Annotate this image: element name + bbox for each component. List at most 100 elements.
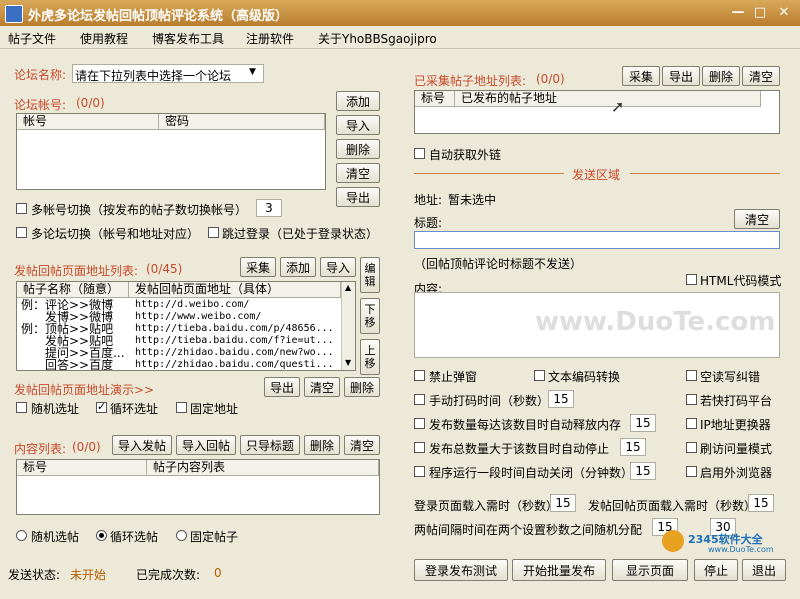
multi-account-checkbox[interactable] xyxy=(16,203,27,214)
menu-about[interactable]: 关于YhoBBSgaojipro xyxy=(318,30,437,47)
account-import-button[interactable]: 导入 xyxy=(336,115,380,135)
menu-post-file[interactable]: 帖子文件 xyxy=(8,30,56,47)
multi-account-input[interactable]: 3 xyxy=(256,199,282,217)
reply-edit-button[interactable]: 编辑 xyxy=(360,257,380,293)
fixed-address-label: 固定地址 xyxy=(190,402,239,416)
release-mem-checkbox[interactable] xyxy=(414,418,425,429)
maximize-icon[interactable]: □ xyxy=(752,5,768,21)
forum-select[interactable]: 请在下拉列表中选择一个论坛 ▼ xyxy=(72,64,264,83)
exit-button[interactable]: 退出 xyxy=(742,559,786,581)
reply-demo-link[interactable]: 发帖回帖页面地址演示>> xyxy=(14,381,154,398)
no-popup-checkbox[interactable] xyxy=(414,370,425,381)
ip-change-checkbox[interactable] xyxy=(686,418,697,429)
account-add-button[interactable]: 添加 xyxy=(336,91,380,111)
auto-close-label: 程序运行一段时间自动关闭（分钟数） xyxy=(429,466,634,480)
random-post-radio[interactable] xyxy=(16,530,27,541)
no-popup-label: 禁止弹窗 xyxy=(429,370,478,384)
stop-button[interactable]: 停止 xyxy=(694,559,738,581)
random-post-label: 随机选帖 xyxy=(31,530,80,544)
post-wait-input[interactable]: 15 xyxy=(748,494,774,512)
fixed-post-radio[interactable] xyxy=(176,530,187,541)
release-mem-input[interactable]: 15 xyxy=(630,414,656,432)
reply-import-button[interactable]: 导入 xyxy=(320,257,356,277)
random-address-checkbox[interactable] xyxy=(16,402,27,413)
menu-register[interactable]: 注册软件 xyxy=(246,30,294,47)
done-count-label: 已完成次数: xyxy=(136,568,201,582)
manual-captcha-input[interactable]: 15 xyxy=(548,390,574,408)
content-clear-button[interactable]: 清空 xyxy=(344,435,380,455)
html-mode-label: HTML代码模式 xyxy=(700,274,782,288)
manual-captcha-checkbox[interactable] xyxy=(414,394,425,405)
title-clear-button[interactable]: 清空 xyxy=(734,209,780,229)
start-batch-button[interactable]: 开始批量发布 xyxy=(512,559,606,581)
show-page-button[interactable]: 显示页面 xyxy=(612,559,688,581)
import-reply-button[interactable]: 导入回帖 xyxy=(176,435,236,455)
import-title-button[interactable]: 只导标题 xyxy=(240,435,300,455)
collected-clear-button[interactable]: 清空 xyxy=(742,66,780,86)
manual-captcha-label: 手动打码时间（秒数） xyxy=(429,394,550,408)
auto-close-checkbox[interactable] xyxy=(414,466,425,477)
content-delete-button[interactable]: 删除 xyxy=(304,435,340,455)
space-fix-checkbox[interactable] xyxy=(686,370,697,381)
reply-delete-button[interactable]: 删除 xyxy=(344,377,380,397)
space-fix-label: 空读写纠错 xyxy=(700,370,761,384)
reply-collect-button[interactable]: 采集 xyxy=(240,257,276,277)
reply-move-up-button[interactable]: 上移 xyxy=(360,339,380,375)
skip-login-checkbox[interactable] xyxy=(208,227,219,238)
collected-export-button[interactable]: 导出 xyxy=(662,66,700,86)
reply-table-scrollbar[interactable]: ▲ ▼ xyxy=(341,282,355,370)
accounts-table[interactable]: 帐号 密码 xyxy=(16,113,326,190)
account-delete-button[interactable]: 删除 xyxy=(336,139,380,159)
check-icon: ✓ xyxy=(97,400,107,413)
ip-change-label: IP地址更换器 xyxy=(700,418,771,432)
fast-captcha-checkbox[interactable] xyxy=(686,394,697,405)
title-bar: 外虎多论坛发帖回帖顶帖评论系统（高级版） — □ ✕ xyxy=(0,0,800,26)
text-encode-checkbox[interactable] xyxy=(534,370,545,381)
account-export-button[interactable]: 导出 xyxy=(336,187,380,207)
ext-browser-checkbox[interactable] xyxy=(686,466,697,477)
collected-table[interactable]: 标号 已发布的帖子地址 ➚ xyxy=(414,90,780,134)
close-icon[interactable]: ✕ xyxy=(776,5,792,21)
status-value: 未开始 xyxy=(70,568,107,582)
release-mem-label: 发布数量每达该数目时自动释放内存 xyxy=(429,418,622,432)
account-clear-button[interactable]: 清空 xyxy=(336,163,380,183)
reply-add-button[interactable]: 添加 xyxy=(280,257,316,277)
reply-export-button[interactable]: 导出 xyxy=(264,377,300,397)
reply-header-name: 帖子名称（随意） xyxy=(17,282,129,298)
accounts-count: (0/0) xyxy=(76,96,105,110)
collected-collect-button[interactable]: 采集 xyxy=(622,66,660,86)
scroll-up-icon[interactable]: ▲ xyxy=(345,283,351,292)
address-label: 地址: xyxy=(414,193,443,207)
auto-close-input[interactable]: 15 xyxy=(630,462,656,480)
html-mode-checkbox[interactable] xyxy=(686,274,697,285)
login-wait-input[interactable]: 15 xyxy=(550,494,576,512)
multi-forum-checkbox[interactable] xyxy=(16,227,27,238)
scroll-down-icon[interactable]: ▼ xyxy=(345,358,351,367)
reply-clear-button[interactable]: 清空 xyxy=(304,377,340,397)
auto-stop-checkbox[interactable] xyxy=(414,442,425,453)
refresh-mode-checkbox[interactable] xyxy=(686,442,697,453)
text-encode-label: 文本编码转换 xyxy=(548,370,621,384)
collected-delete-button[interactable]: 删除 xyxy=(702,66,740,86)
content-table[interactable]: 标号 帖子内容列表 xyxy=(16,459,380,515)
menu-tutorial[interactable]: 使用教程 xyxy=(80,30,128,47)
auto-stop-input[interactable]: 15 xyxy=(620,438,646,456)
auto-get-link-checkbox[interactable] xyxy=(414,148,425,159)
loop-post-radio[interactable] xyxy=(96,530,107,541)
reply-header-url: 发帖回帖页面地址（具体） xyxy=(129,282,341,298)
content-header-content: 帖子内容列表 xyxy=(147,460,379,476)
fixed-address-checkbox[interactable] xyxy=(176,402,187,413)
menu-blog-tool[interactable]: 博客发布工具 xyxy=(152,30,224,47)
reply-move-down-button[interactable]: 下移 xyxy=(360,298,380,334)
content-textarea[interactable]: www.DuoTe.com xyxy=(414,292,780,358)
divider xyxy=(630,173,780,174)
title-input[interactable] xyxy=(414,231,780,249)
loop-address-checkbox[interactable]: ✓ xyxy=(96,400,107,413)
title-label: 标题: xyxy=(414,216,443,230)
reply-url-table[interactable]: 帖子名称（随意） 发帖回帖页面地址（具体） ▲ ▼ 例：评论>>微博 http:/… xyxy=(16,281,356,371)
login-test-button[interactable]: 登录发布测试 xyxy=(414,559,508,581)
import-post-button[interactable]: 导入发帖 xyxy=(112,435,172,455)
content-list-label: 内容列表: xyxy=(14,442,67,456)
minimize-icon[interactable]: — xyxy=(730,5,746,21)
multi-account-label: 多帐号切换（按发布的帖子数切换帐号） xyxy=(31,203,248,217)
